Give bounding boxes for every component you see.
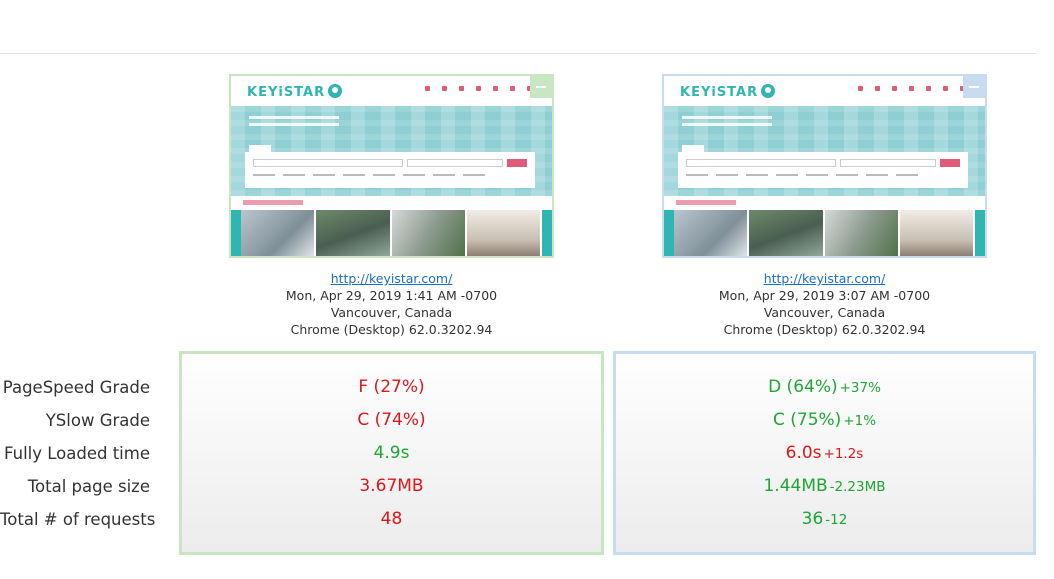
right-loaded-time-delta: +1.2s xyxy=(823,446,864,462)
right-requests-value: 36 xyxy=(801,509,824,529)
site-header: KEYiSTAR xyxy=(231,76,552,106)
left-report-location: Vancouver, Canada xyxy=(330,305,453,320)
label-pagespeed-grade: PageSpeed Grade xyxy=(2,378,150,397)
right-yslow-value: C (75%) xyxy=(772,410,842,430)
residential-heading xyxy=(676,200,736,205)
left-report-url-link[interactable]: http://keyistar.com/ xyxy=(331,271,453,286)
left-requests-value: 48 xyxy=(380,509,403,529)
left-pagespeed-value: F (27%) xyxy=(358,377,425,397)
right-page-size-value: 1.44MB xyxy=(763,476,828,496)
site-logo-text: KEYiSTAR xyxy=(680,85,759,100)
hero-banner xyxy=(231,106,552,196)
left-page-size-value: 3.67MB xyxy=(359,476,424,496)
search-card xyxy=(678,145,968,188)
left-report: KEYiSTAR http://keyistar.com/ Mon, Apr 2… xyxy=(229,74,554,338)
left-screenshot-thumbnail[interactable]: KEYiSTAR xyxy=(229,74,554,258)
right-report-meta: http://keyistar.com/ Mon, Apr 29, 2019 3… xyxy=(662,270,987,338)
hero-text xyxy=(682,116,772,119)
label-yslow-grade: YSlow Grade xyxy=(45,411,150,430)
right-loaded-time-value: 6.0s xyxy=(785,443,822,463)
left-report-date: Mon, Apr 29, 2019 1:41 AM -0700 xyxy=(285,288,498,303)
right-pagespeed-delta: +37% xyxy=(839,380,881,396)
label-total-requests: Total # of requests xyxy=(0,510,156,529)
left-yslow-value: C (74%) xyxy=(357,410,426,430)
residential-heading xyxy=(243,200,303,205)
photo-strip xyxy=(231,210,552,256)
top-divider xyxy=(0,53,1036,54)
right-report-url-link[interactable]: http://keyistar.com/ xyxy=(764,271,886,286)
right-report-date: Mon, Apr 29, 2019 3:07 AM -0700 xyxy=(718,288,931,303)
right-screenshot-thumbnail[interactable]: KEYiSTAR xyxy=(662,74,987,258)
left-metrics-panel: F (27%) C (74%) 4.9s 3.67MB 48 xyxy=(179,351,604,555)
hero-text xyxy=(249,116,339,119)
photo-strip xyxy=(664,210,985,256)
right-pagespeed-value: D (64%) xyxy=(768,377,838,397)
label-fully-loaded-time: Fully Loaded time xyxy=(4,444,150,463)
right-report-location: Vancouver, Canada xyxy=(763,305,886,320)
site-logo: KEYiSTAR xyxy=(247,84,343,100)
left-report-meta: http://keyistar.com/ Mon, Apr 29, 2019 1… xyxy=(229,270,554,338)
hero-banner xyxy=(664,106,985,196)
left-report-browser: Chrome (Desktop) 62.0.3202.94 xyxy=(290,322,493,337)
right-report-browser: Chrome (Desktop) 62.0.3202.94 xyxy=(723,322,926,337)
right-report: KEYiSTAR http://keyistar.com/ Mon, Apr 2… xyxy=(662,74,987,338)
site-logo: KEYiSTAR xyxy=(680,84,776,100)
label-total-page-size: Total page size xyxy=(27,477,150,496)
right-requests-delta: -12 xyxy=(825,512,848,528)
minimize-icon[interactable] xyxy=(530,76,552,98)
left-loaded-time-value: 4.9s xyxy=(373,443,410,463)
logo-badge-icon xyxy=(761,84,776,98)
site-nav-icons xyxy=(858,86,965,91)
site-header: KEYiSTAR xyxy=(664,76,985,106)
site-logo-text: KEYiSTAR xyxy=(247,85,326,100)
minimize-icon[interactable] xyxy=(963,76,985,98)
right-page-size-delta: -2.23MB xyxy=(829,479,886,495)
site-nav-icons xyxy=(425,86,532,91)
right-yslow-delta: +1% xyxy=(843,413,877,429)
search-card xyxy=(245,145,535,188)
logo-badge-icon xyxy=(328,84,343,98)
right-metrics-panel: D (64%) +37% C (75%) +1% 6.0s +1.2s 1.44MB -… xyxy=(613,351,1036,555)
metric-labels: PageSpeed Grade YSlow Grade Fully Loaded… xyxy=(0,371,156,536)
